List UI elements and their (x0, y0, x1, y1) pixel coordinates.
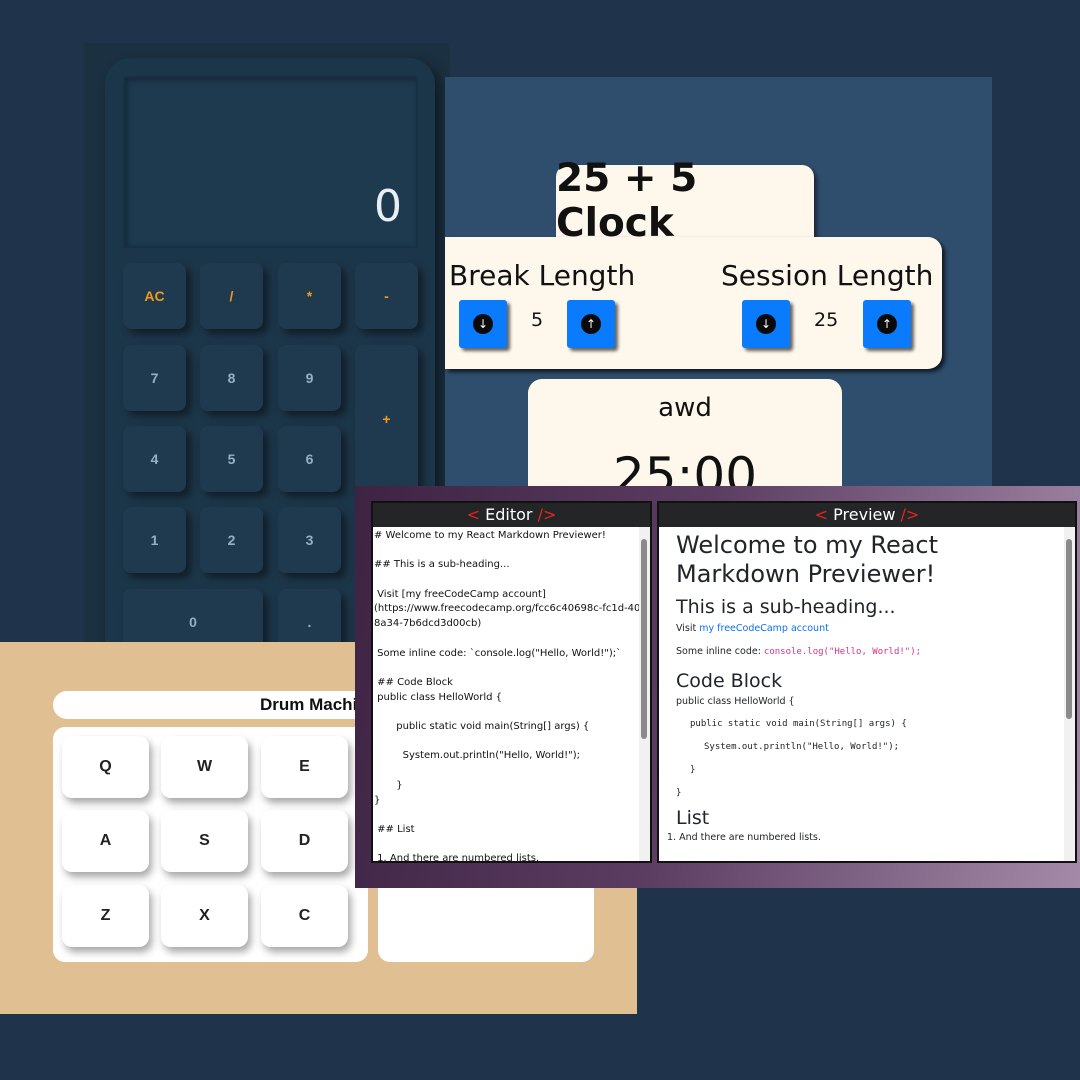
arrow-down-icon: ↓ (756, 314, 776, 334)
preview-code-line: } (690, 765, 696, 775)
preview-h2-list: List (676, 807, 710, 829)
clock-title: 25 + 5 Clock (556, 156, 814, 246)
calc-key-5[interactable]: 5 (200, 426, 263, 492)
preview-inline-text: Some inline code: (676, 646, 764, 657)
editor-line: 1. And there are numbered lists. (374, 853, 540, 863)
break-decrement-button[interactable]: ↓ (459, 300, 507, 348)
break-length-value: 5 (531, 309, 544, 331)
preview-h1: Welcome to my React Markdown Previewer! (676, 531, 939, 588)
timer-label: awd (658, 393, 712, 423)
calc-key-clear[interactable]: AC (123, 263, 186, 329)
editor-title: Editor (485, 505, 533, 524)
calc-key-9[interactable]: 9 (278, 345, 341, 411)
preview-visit-paragraph: Visit my freeCodeCamp account (676, 623, 1061, 634)
drum-pad-a[interactable]: A (62, 810, 149, 872)
editor-line: # Welcome to my React Markdown Previewer… (374, 530, 606, 541)
editor-line: ## Code Block (374, 676, 453, 688)
editor-line: (https://www.freecodecamp.org/fcc6c40698… (374, 603, 652, 615)
calc-key-subtract[interactable]: - (355, 263, 418, 329)
calc-key-2[interactable]: 2 (200, 507, 263, 573)
freecodecamp-link[interactable]: my freeCodeCamp account (699, 623, 829, 634)
editor-line: public class HelloWorld { (374, 691, 502, 703)
preview-title: Preview (833, 505, 896, 524)
editor-scrollbar[interactable] (639, 527, 650, 861)
editor-line: ## This is a sub-heading... (374, 559, 510, 571)
timer-panel: awd 25:00 (528, 379, 842, 499)
drum-pad-d[interactable]: D (261, 810, 348, 872)
preview-scrollbar[interactable] (1064, 527, 1075, 861)
preview-inline-paragraph: Some inline code: console.log("Hello, Wo… (676, 646, 1061, 657)
preview-header: < Preview /> (659, 503, 1075, 527)
calc-key-multiply[interactable]: * (278, 263, 341, 329)
editor-line: } (374, 779, 403, 791)
drum-pad-w[interactable]: W (161, 736, 248, 798)
preview-h2-code-block: Code Block (676, 670, 783, 692)
editor-line: Visit [my freeCodeCamp account] (374, 588, 546, 600)
session-increment-button[interactable]: ↑ (863, 300, 911, 348)
preview-pane: < Preview /> Welcome to my React Markdow… (657, 501, 1077, 863)
editor-line: ## List (374, 823, 415, 835)
editor-line: public static void main(String[] args) { (374, 721, 590, 733)
preview-bracket-close: /> (900, 505, 920, 524)
session-length-value: 25 (814, 309, 839, 331)
drum-pad-q[interactable]: Q (62, 736, 149, 798)
calc-key-4[interactable]: 4 (123, 426, 186, 492)
preview-list-item: 1. And there are numbered lists. (667, 832, 821, 843)
inline-code: console.log("Hello, World!"); (763, 647, 922, 657)
preview-h2-subheading: This is a sub-heading... (676, 596, 896, 618)
calc-key-7[interactable]: 7 (123, 345, 186, 411)
editor-textarea[interactable]: # Welcome to my React Markdown Previewer… (374, 529, 652, 863)
editor-line: Some inline code: `console.log("Hello, W… (374, 647, 622, 659)
drum-pad-c[interactable]: C (261, 885, 348, 947)
editor-bracket-close: /> (537, 505, 557, 524)
calc-key-8[interactable]: 8 (200, 345, 263, 411)
editor-header: < Editor /> (373, 503, 650, 527)
break-increment-button[interactable]: ↑ (567, 300, 615, 348)
arrow-down-icon: ↓ (473, 314, 493, 334)
session-length-label: Session Length (721, 259, 934, 292)
preview-code-line: public static void main(String[] args) { (690, 719, 907, 729)
break-length-label: Break Length (449, 259, 636, 292)
preview-code-line: System.out.println("Hello, World!"); (704, 742, 900, 752)
editor-line: } (374, 794, 381, 806)
session-decrement-button[interactable]: ↓ (742, 300, 790, 348)
arrow-up-icon: ↑ (581, 314, 601, 334)
preview-visit-text: Visit (676, 623, 700, 634)
calc-key-3[interactable]: 3 (278, 507, 341, 573)
drum-pad-x[interactable]: X (161, 885, 248, 947)
calc-key-divide[interactable]: / (200, 263, 263, 329)
drum-pad-e[interactable]: E (261, 736, 348, 798)
calc-key-6[interactable]: 6 (278, 426, 341, 492)
calc-key-add[interactable]: + (355, 345, 418, 493)
markdown-previewer: < Editor /> # Welcome to my React Markdo… (355, 486, 1080, 888)
drum-pad-s[interactable]: S (161, 810, 248, 872)
calculator-display-value: 0 (374, 181, 402, 232)
editor-scrollbar-thumb[interactable] (641, 539, 647, 739)
editor-line: 8a34-7b6dcd3d00cb) (374, 618, 482, 630)
preview-code-line: public class HelloWorld { (676, 696, 795, 707)
editor-pane: < Editor /> # Welcome to my React Markdo… (371, 501, 652, 863)
arrow-up-icon: ↑ (877, 314, 897, 334)
calc-key-1[interactable]: 1 (123, 507, 186, 573)
editor-bracket-open: < (466, 505, 481, 524)
drum-pad-grid: Q W E A S D Z X C (53, 727, 368, 962)
drum-pad-z[interactable]: Z (62, 885, 149, 947)
preview-code-line: } (676, 788, 682, 798)
editor-line: System.out.println("Hello, World!"); (374, 750, 580, 762)
clock-length-controls: Break Length ↓ 5 ↑ Session Length ↓ 25 ↑ (445, 237, 942, 369)
preview-scrollbar-thumb[interactable] (1066, 539, 1072, 719)
preview-content: Welcome to my React Markdown Previewer! … (667, 527, 1061, 843)
preview-bracket-open: < (814, 505, 829, 524)
calculator-display: 0 (123, 76, 418, 248)
